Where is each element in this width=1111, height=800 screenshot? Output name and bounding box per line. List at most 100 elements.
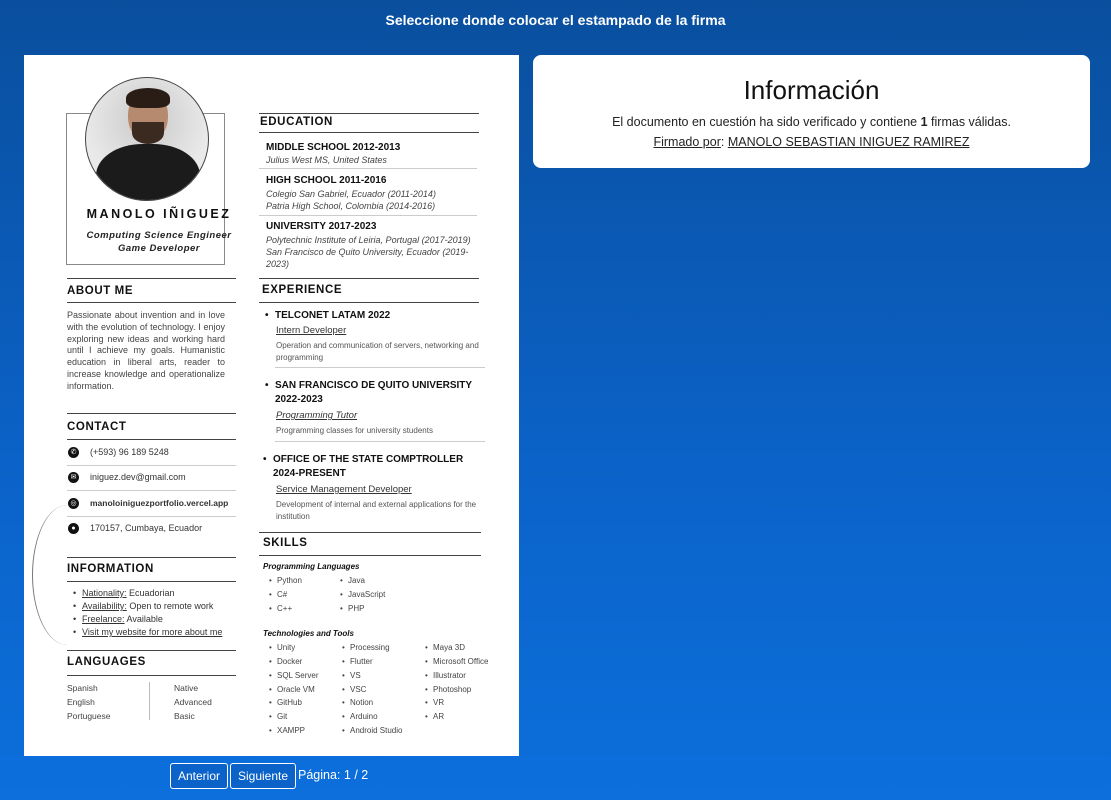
divider [67, 413, 236, 414]
skill-item: VS [342, 671, 360, 680]
skill-item: C# [269, 590, 287, 599]
language-name: Spanish [67, 683, 98, 693]
skill-item: JavaScript [340, 590, 385, 599]
divider [67, 581, 236, 582]
experience-desc: Programming classes for university stude… [276, 426, 433, 435]
skill-item: GitHub [269, 698, 302, 707]
divider [259, 132, 479, 133]
language-level: Native [174, 683, 199, 693]
skill-item: Python [269, 576, 302, 585]
divider [67, 650, 236, 651]
divider [67, 465, 236, 466]
info-item: Freelance: Available [73, 614, 163, 624]
info-item: Nationality: Ecuadorian [73, 588, 175, 598]
divider [259, 302, 479, 303]
document-page[interactable]: MANOLO IÑIGUEZ Computing Science Enginee… [24, 55, 519, 756]
signed-by-label[interactable]: Firmado por [653, 135, 720, 149]
education-detail: Polytechnic Institute of Leiria, Portuga… [266, 235, 471, 245]
skill-item: VR [425, 698, 444, 707]
experience-desc: Development of internal and external app… [276, 500, 477, 521]
divider [67, 516, 236, 517]
experience-title: SAN FRANCISCO DE QUITO UNIVERSITY 2022-2… [265, 379, 480, 407]
divider [275, 441, 485, 442]
language-level: Basic [174, 711, 195, 721]
location-icon: ● [68, 523, 79, 534]
skill-item: C++ [269, 604, 292, 613]
education-detail: 2023) [266, 259, 290, 269]
language-level: Advanced [174, 697, 212, 707]
about-heading: ABOUT ME [67, 285, 134, 297]
education-detail: Colegio San Gabriel, Ecuador (2011-2014) [266, 189, 436, 199]
contact-location: 170157, Cumbaya, Ecuador [90, 523, 203, 533]
page-indicator: Página: 1 / 2 [298, 768, 368, 782]
skill-item: Notion [342, 698, 373, 707]
globe-icon: ◎ [68, 498, 79, 509]
skill-item: VSC [342, 685, 367, 694]
education-heading: EDUCATION [260, 116, 333, 128]
education-title: HIGH SCHOOL 2011-2016 [266, 175, 387, 186]
signed-by: Firmado por: MANOLO SEBASTIAN INIGUEZ RA… [653, 135, 970, 149]
skill-item: Processing [342, 643, 389, 652]
contact-heading: CONTACT [67, 421, 127, 433]
divider [259, 215, 477, 216]
divider [259, 113, 479, 114]
resume-role: Game Developer [118, 243, 200, 254]
email-icon: ✉ [68, 472, 79, 483]
info-item-link[interactable]: Visit my website for more about me [73, 627, 222, 637]
info-title: Información [743, 75, 880, 105]
page-instruction: Seleccione donde colocar el estampado de… [385, 12, 726, 28]
skill-item: PHP [340, 604, 365, 613]
skills-subheading: Technologies and Tools [263, 629, 354, 638]
divider [67, 278, 236, 279]
contact-website: manoloiniguezportfolio.vercel.app [90, 498, 229, 508]
next-page-button[interactable]: Siguiente [230, 763, 297, 789]
skill-item: Git [269, 712, 287, 721]
resume-name: MANOLO IÑIGUEZ [86, 207, 232, 221]
experience-role: Intern Developer [276, 325, 347, 336]
about-text: Passionate about invention and in love w… [67, 310, 225, 391]
page-indicator-label: Página: [298, 768, 341, 782]
skill-item: Maya 3D [425, 643, 465, 652]
avatar [85, 77, 209, 201]
experience-heading: EXPERIENCE [262, 284, 343, 296]
skill-item: Oracle VM [269, 685, 315, 694]
skill-item: Docker [269, 657, 302, 666]
divider [259, 532, 481, 533]
skill-item: SQL Server [269, 671, 318, 680]
skill-item: Arduino [342, 712, 377, 721]
divider [149, 682, 150, 720]
skills-subheading: Programming Languages [263, 562, 360, 571]
skills-heading: SKILLS [263, 537, 308, 549]
experience-role: Service Management Developer [276, 484, 412, 495]
information-heading: INFORMATION [67, 563, 154, 575]
skill-item: AR [425, 712, 444, 721]
skill-item: Android Studio [342, 726, 403, 735]
skill-item: Java [340, 576, 365, 585]
education-title: MIDDLE SCHOOL 2012-2013 [266, 142, 401, 153]
contact-phone: (+593) 96 189 5248 [90, 447, 169, 457]
skill-item: Illustrator [425, 671, 466, 680]
education-title: UNIVERSITY 2017-2023 [266, 221, 377, 232]
language-name: Portuguese [67, 711, 111, 721]
divider [259, 168, 477, 169]
info-card: Información El documento en cuestión ha … [533, 55, 1090, 168]
divider [67, 675, 236, 676]
prev-page-button[interactable]: Anterior [170, 763, 229, 789]
divider [259, 278, 479, 279]
skill-item: Microsoft Office [425, 657, 488, 666]
divider [67, 490, 236, 491]
skill-item: Photoshop [425, 685, 471, 694]
verification-text: El documento en cuestión ha sido verific… [612, 115, 1011, 129]
contact-email: iniguez.dev@gmail.com [90, 472, 186, 482]
phone-icon: ✆ [68, 447, 79, 458]
divider [67, 557, 236, 558]
skill-item: Unity [269, 643, 295, 652]
experience-title: TELCONET LATAM 2022 [265, 309, 480, 323]
page-indicator-value: 1 / 2 [343, 768, 369, 782]
education-detail: San Francisco de Quito University, Ecuad… [266, 247, 469, 257]
skill-item: XAMPP [269, 726, 305, 735]
signer-name-link[interactable]: MANOLO SEBASTIAN INIGUEZ RAMIREZ [728, 135, 970, 149]
skill-item: Flutter [342, 657, 373, 666]
resume-role: Computing Science Engineer [86, 230, 232, 241]
experience-desc: Operation and communication of servers, … [276, 341, 479, 362]
